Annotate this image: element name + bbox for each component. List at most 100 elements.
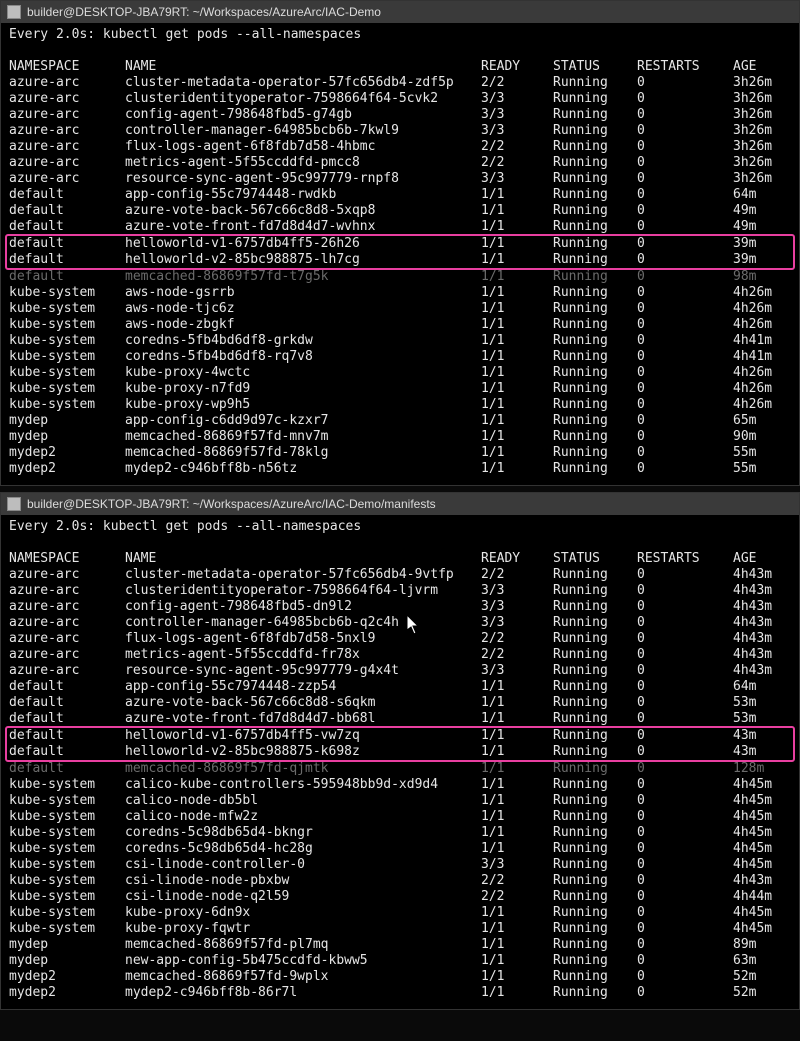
cell-status: Running <box>553 461 637 477</box>
cell-ready: 1/1 <box>481 349 553 365</box>
cell-status: Running <box>553 695 637 711</box>
cell-namespace: azure-arc <box>9 583 125 599</box>
cell-restarts: 0 <box>637 75 733 91</box>
cell-ready: 1/1 <box>481 711 553 727</box>
cell-status: Running <box>553 236 637 252</box>
cell-ready: 1/1 <box>481 269 553 285</box>
cell-ready: 1/1 <box>481 761 553 777</box>
cell-name: coredns-5c98db65d4-hc28g <box>125 841 481 857</box>
cell-name: azure-vote-front-fd7d8d4d7-wvhnx <box>125 219 481 235</box>
cell-namespace: kube-system <box>9 349 125 365</box>
terminal-window-0[interactable]: builder@DESKTOP-JBA79RT: ~/Workspaces/Az… <box>0 0 800 486</box>
pod-row: defaulthelloworld-v2-85bc988875-lh7cg1/1… <box>9 252 791 268</box>
cell-status: Running <box>553 905 637 921</box>
cell-age: 4h43m <box>733 873 783 889</box>
cell-name: azure-vote-front-fd7d8d4d7-bb68l <box>125 711 481 727</box>
blank-line <box>9 535 791 551</box>
cell-status: Running <box>553 429 637 445</box>
cell-ready: 1/1 <box>481 777 553 793</box>
cell-age: 4h43m <box>733 599 783 615</box>
pod-row: defaultazure-vote-back-567c66c8d8-5xqp81… <box>9 203 791 219</box>
cell-ready: 1/1 <box>481 985 553 1001</box>
pod-row: mydepmemcached-86869f57fd-pl7mq1/1Runnin… <box>9 937 791 953</box>
cell-ready: 1/1 <box>481 203 553 219</box>
cell-name: clusteridentityoperator-7598664f64-ljvrm <box>125 583 481 599</box>
cell-age: 90m <box>733 429 783 445</box>
cell-age: 3h26m <box>733 91 783 107</box>
cell-status: Running <box>553 728 637 744</box>
cell-name: coredns-5fb4bd6df8-rq7v8 <box>125 349 481 365</box>
pod-row: azure-arcconfig-agent-798648fbd5-g74gb3/… <box>9 107 791 123</box>
cell-namespace: default <box>9 728 125 744</box>
titlebar[interactable]: builder@DESKTOP-JBA79RT: ~/Workspaces/Az… <box>1 1 799 23</box>
cell-restarts: 0 <box>637 985 733 1001</box>
col-status: STATUS <box>553 551 637 567</box>
pod-row: azure-arcclusteridentityoperator-7598664… <box>9 91 791 107</box>
cell-namespace: mydep <box>9 429 125 445</box>
pod-row: azure-arcflux-logs-agent-6f8fdb7d58-4hbm… <box>9 139 791 155</box>
cell-namespace: default <box>9 203 125 219</box>
cell-age: 64m <box>733 679 783 695</box>
mouse-cursor-icon <box>407 615 421 640</box>
pod-row: mydepnew-app-config-5b475ccdfd-kbww51/1R… <box>9 953 791 969</box>
cell-restarts: 0 <box>637 349 733 365</box>
cell-status: Running <box>553 171 637 187</box>
titlebar[interactable]: builder@DESKTOP-JBA79RT: ~/Workspaces/Az… <box>1 493 799 515</box>
cell-status: Running <box>553 413 637 429</box>
cell-status: Running <box>553 793 637 809</box>
cell-status: Running <box>553 889 637 905</box>
cell-age: 4h26m <box>733 317 783 333</box>
cell-name: kube-proxy-6dn9x <box>125 905 481 921</box>
cell-namespace: mydep <box>9 937 125 953</box>
cell-age: 3h26m <box>733 155 783 171</box>
cell-restarts: 0 <box>637 857 733 873</box>
cell-restarts: 0 <box>637 647 733 663</box>
cell-name: aws-node-zbgkf <box>125 317 481 333</box>
pod-row: azure-arcresource-sync-agent-95c997779-g… <box>9 663 791 679</box>
cell-ready: 1/1 <box>481 809 553 825</box>
cell-name: app-config-c6dd9d97c-kzxr7 <box>125 413 481 429</box>
cell-age: 4h43m <box>733 647 783 663</box>
col-namespace: NAMESPACE <box>9 551 125 567</box>
cell-age: 4h26m <box>733 365 783 381</box>
cell-age: 4h45m <box>733 857 783 873</box>
cell-restarts: 0 <box>637 139 733 155</box>
cell-restarts: 0 <box>637 461 733 477</box>
cell-age: 3h26m <box>733 107 783 123</box>
cell-name: app-config-55c7974448-rwdkb <box>125 187 481 203</box>
cell-status: Running <box>553 744 637 760</box>
cell-ready: 1/1 <box>481 825 553 841</box>
cell-restarts: 0 <box>637 809 733 825</box>
cell-status: Running <box>553 285 637 301</box>
pod-row: kube-systemkube-proxy-6dn9x1/1Running04h… <box>9 905 791 921</box>
terminal-window-1[interactable]: builder@DESKTOP-JBA79RT: ~/Workspaces/Az… <box>0 492 800 1010</box>
cell-status: Running <box>553 777 637 793</box>
cell-name: resource-sync-agent-95c997779-g4x4t <box>125 663 481 679</box>
terminal-body[interactable]: Every 2.0s: kubectl get pods --all-names… <box>1 23 799 485</box>
cell-restarts: 0 <box>637 937 733 953</box>
cell-name: metrics-agent-5f55ccddfd-pmcc8 <box>125 155 481 171</box>
cell-name: helloworld-v2-85bc988875-k698z <box>125 744 481 760</box>
cell-name: coredns-5c98db65d4-bkngr <box>125 825 481 841</box>
cell-age: 4h45m <box>733 905 783 921</box>
cell-status: Running <box>553 203 637 219</box>
cell-restarts: 0 <box>637 381 733 397</box>
cell-ready: 1/1 <box>481 429 553 445</box>
cell-restarts: 0 <box>637 793 733 809</box>
pod-row: kube-systemcoredns-5c98db65d4-hc28g1/1Ru… <box>9 841 791 857</box>
terminal-body[interactable]: Every 2.0s: kubectl get pods --all-names… <box>1 515 799 1009</box>
cell-ready: 1/1 <box>481 921 553 937</box>
cell-name: csi-linode-controller-0 <box>125 857 481 873</box>
cell-status: Running <box>553 937 637 953</box>
cell-age: 3h26m <box>733 171 783 187</box>
cell-namespace: kube-system <box>9 381 125 397</box>
cell-ready: 1/1 <box>481 252 553 268</box>
cell-namespace: kube-system <box>9 857 125 873</box>
cell-namespace: azure-arc <box>9 663 125 679</box>
cell-name: helloworld-v2-85bc988875-lh7cg <box>125 252 481 268</box>
cell-restarts: 0 <box>637 333 733 349</box>
cell-ready: 1/1 <box>481 381 553 397</box>
col-namespace: NAMESPACE <box>9 59 125 75</box>
cell-ready: 3/3 <box>481 91 553 107</box>
cell-name: aws-node-gsrrb <box>125 285 481 301</box>
